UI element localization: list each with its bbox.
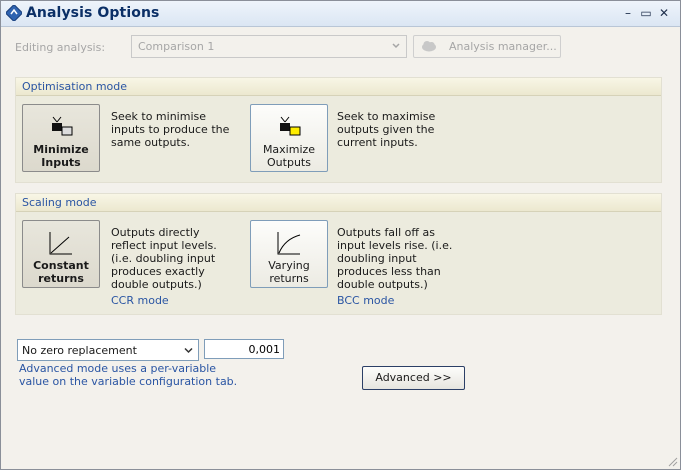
- constant-returns-label: Constant returns: [33, 259, 89, 285]
- scaling-mode-title: Scaling mode: [22, 196, 97, 209]
- minimize-inputs-description: Seek to minimise inputs to produce the s…: [111, 110, 230, 149]
- advanced-mode-note: Advanced mode uses a per-variable value …: [19, 362, 238, 388]
- varying-returns-label: Varying returns: [268, 259, 310, 285]
- constant-returns-description: Outputs directly reflect input levels. (…: [111, 226, 217, 291]
- window-title: Analysis Options: [26, 5, 160, 21]
- zero-replacement-value-input[interactable]: [204, 339, 284, 359]
- optimisation-mode-header: Optimisation mode: [16, 78, 661, 96]
- analysis-toolbar: Editing analysis: Comparison 1 Analysis …: [1, 27, 680, 65]
- app-logo-icon: [6, 5, 22, 21]
- varying-returns-description: Outputs fall off as input levels rise. (…: [337, 226, 453, 291]
- advanced-button[interactable]: Advanced >>: [362, 366, 465, 390]
- analysis-manager-button[interactable]: Analysis manager...: [413, 35, 561, 58]
- constant-returns-button[interactable]: Constant returns: [22, 220, 100, 288]
- concave-curve-icon: [277, 232, 301, 255]
- maximize-outputs-icon: [280, 116, 301, 136]
- close-window-button[interactable]: ✕: [655, 4, 673, 22]
- analysis-options-window: Analysis Options – ▭ ✕ Editing analysis:…: [0, 0, 681, 470]
- minimize-inputs-label: Minimize Inputs: [33, 143, 89, 169]
- optimisation-mode-title: Optimisation mode: [22, 80, 128, 93]
- scaling-mode-panel: Scaling mode Constant returns Outputs di…: [15, 193, 662, 315]
- chevron-down-icon: [184, 347, 193, 354]
- bcc-mode-link[interactable]: BCC mode: [337, 294, 394, 307]
- resize-grip-icon[interactable]: [666, 455, 678, 467]
- title-bar[interactable]: Analysis Options – ▭ ✕: [1, 1, 680, 27]
- editing-analysis-label: Editing analysis:: [15, 41, 106, 54]
- maximize-window-button[interactable]: ▭: [637, 4, 655, 22]
- analysis-select[interactable]: Comparison 1: [131, 35, 407, 58]
- minimize-inputs-button[interactable]: Minimize Inputs: [22, 104, 100, 172]
- zero-replacement-select[interactable]: No zero replacement: [17, 339, 199, 361]
- minimize-inputs-icon: [52, 116, 73, 136]
- ccr-mode-link[interactable]: CCR mode: [111, 294, 169, 307]
- varying-returns-button[interactable]: Varying returns: [250, 220, 328, 288]
- scaling-mode-header: Scaling mode: [16, 194, 661, 212]
- cloud-icon: [422, 41, 436, 52]
- maximize-outputs-description: Seek to maximise outputs given the curre…: [337, 110, 436, 149]
- analysis-manager-label: Analysis manager...: [449, 40, 557, 53]
- chevron-down-icon: [392, 43, 400, 49]
- optimisation-mode-panel: Optimisation mode Minimize Inputs Seek t…: [15, 77, 662, 183]
- minimize-window-button[interactable]: –: [619, 4, 637, 22]
- maximize-outputs-button[interactable]: Maximize Outputs: [250, 104, 328, 172]
- zero-replacement-value: No zero replacement: [22, 344, 137, 357]
- linear-curve-icon: [49, 232, 72, 255]
- maximize-outputs-label: Maximize Outputs: [262, 143, 316, 169]
- analysis-select-value: Comparison 1: [138, 40, 215, 53]
